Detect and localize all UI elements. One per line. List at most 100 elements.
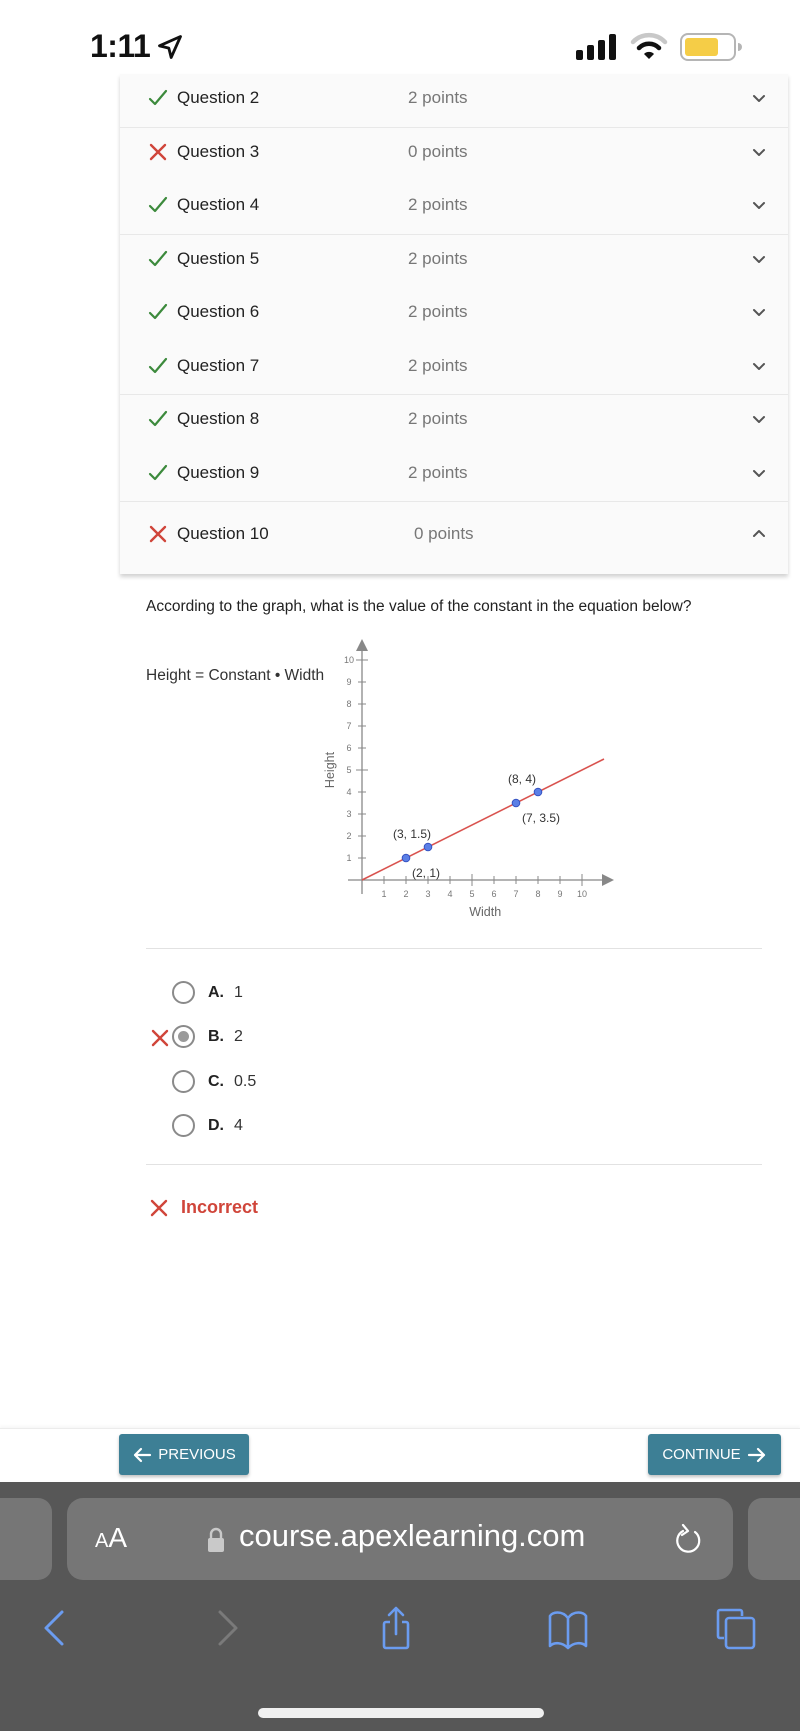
x-tick-label: 1 <box>381 889 386 899</box>
y-tick-label: 1 <box>346 853 351 863</box>
y-axis-arrow <box>356 639 368 651</box>
radio-button[interactable] <box>172 1114 195 1137</box>
choice-value: 2 <box>234 1028 243 1045</box>
answer-choice[interactable]: D. 4 <box>172 1111 472 1141</box>
choice-value: 0.5 <box>234 1073 257 1090</box>
x-tick-label: 4 <box>447 889 452 899</box>
answer-choice[interactable]: C. 0.5 <box>172 1067 472 1097</box>
text-size-button[interactable]: AA <box>95 1522 127 1554</box>
battery-icon <box>680 33 742 61</box>
question-points: 2 points <box>408 195 468 214</box>
chevron-down-icon[interactable] <box>752 94 766 104</box>
chevron-down-icon[interactable] <box>752 308 766 318</box>
location-arrow-icon <box>158 35 182 59</box>
chevron-down-icon[interactable] <box>752 415 766 425</box>
chevron-down-icon[interactable] <box>752 201 766 211</box>
question-label: Question 9 <box>177 462 260 482</box>
radio-button[interactable] <box>172 1025 195 1048</box>
answer-choice[interactable]: B. 2 <box>172 1022 472 1052</box>
chevron-down-icon[interactable] <box>752 255 766 265</box>
data-label: (2, 1) <box>412 866 440 880</box>
question-row[interactable]: Question 10 0 points <box>120 502 788 574</box>
forward-icon[interactable] <box>208 1606 248 1650</box>
question-points: 2 points <box>408 88 468 107</box>
y-tick-label: 10 <box>344 655 354 665</box>
divider <box>146 948 762 949</box>
reload-icon[interactable] <box>673 1523 705 1557</box>
question-label: Question 5 <box>177 248 260 268</box>
question-points: 2 points <box>408 248 468 268</box>
data-point <box>533 787 543 797</box>
x-icon <box>151 1029 169 1047</box>
chevron-down-icon[interactable] <box>752 148 766 158</box>
question-label: Question 3 <box>177 141 260 161</box>
question-label: Question 8 <box>177 409 260 428</box>
data-point <box>423 842 433 852</box>
address-bar[interactable]: AA course.apexlearning.com <box>67 1498 733 1580</box>
question-row[interactable]: Question 2 2 points <box>120 74 788 128</box>
x-icon <box>150 1199 168 1217</box>
continue-button[interactable]: CONTINUE <box>648 1434 781 1475</box>
question-row[interactable]: Question 3 0 points <box>120 128 788 182</box>
question-label: Question 7 <box>177 355 260 375</box>
bookmarks-icon[interactable] <box>546 1606 590 1650</box>
data-point <box>511 798 521 808</box>
data-label: (7, 3.5) <box>522 811 560 825</box>
back-icon[interactable] <box>34 1606 74 1650</box>
radio-button[interactable] <box>172 1070 195 1093</box>
chevron-down-icon[interactable] <box>752 469 766 479</box>
x-tick-label: 2 <box>403 889 408 899</box>
y-tick-label: 3 <box>346 809 351 819</box>
question-prompt: According to the graph, what is the valu… <box>146 598 692 615</box>
x-icon <box>149 143 167 160</box>
question-row[interactable]: Question 6 2 points <box>120 288 788 342</box>
lock-icon <box>208 1527 224 1552</box>
home-indicator[interactable] <box>258 1708 544 1718</box>
x-axis-label: Width <box>469 905 501 919</box>
data-point <box>401 853 411 863</box>
next-tab-preview[interactable] <box>748 1498 800 1580</box>
x-tick-label: 5 <box>469 889 474 899</box>
choice-letter: A. <box>208 984 224 1001</box>
previous-tab-preview[interactable] <box>0 1498 52 1580</box>
question-points: 2 points <box>408 409 468 428</box>
x-icon <box>149 525 167 543</box>
result-text: Incorrect <box>181 1197 259 1217</box>
question-label: Question 6 <box>177 302 260 321</box>
question-points: 0 points <box>414 524 474 543</box>
status-time: 1:11 <box>90 28 151 64</box>
choice-letter: C. <box>208 1073 224 1090</box>
question-label: Question 10 <box>177 524 269 543</box>
answer-choice[interactable]: A. 1 <box>172 978 472 1008</box>
checkmark-icon <box>148 303 168 320</box>
checkmark-icon <box>148 89 168 106</box>
question-points: 0 points <box>408 141 468 161</box>
checkmark-icon <box>148 250 168 266</box>
y-tick-label: 5 <box>346 765 351 775</box>
question-row[interactable]: Question 5 2 points <box>120 235 788 289</box>
x-tick-label: 10 <box>577 889 587 899</box>
radio-button[interactable] <box>172 981 195 1004</box>
share-icon[interactable] <box>376 1606 416 1650</box>
y-tick-label: 7 <box>346 721 351 731</box>
data-label: (8, 4) <box>508 772 536 786</box>
question-row[interactable]: Question 9 2 points <box>120 449 788 502</box>
checkmark-icon <box>148 357 168 373</box>
tabs-icon[interactable] <box>714 1606 758 1650</box>
question-list: Question 22 points Question 30 points Ques… <box>120 74 788 574</box>
x-tick-label: 3 <box>425 889 430 899</box>
question-row[interactable]: Question 7 2 points <box>120 342 788 395</box>
status-bar: 1:11 <box>0 0 800 82</box>
question-row[interactable]: Question 8 2 points <box>120 395 788 449</box>
question-row[interactable]: Question 4 2 points <box>120 181 788 235</box>
x-tick-label: 8 <box>535 889 540 899</box>
chevron-up-icon[interactable] <box>752 528 766 538</box>
y-tick-label: 4 <box>346 787 351 797</box>
previous-button[interactable]: PREVIOUS <box>119 1434 249 1475</box>
arrow-right-icon <box>747 1447 765 1462</box>
continue-label: CONTINUE <box>662 1446 741 1463</box>
arrow-left-icon <box>134 1447 152 1462</box>
y-axis-label: Height <box>323 751 337 788</box>
chevron-down-icon[interactable] <box>752 362 766 372</box>
choice-letter: D. <box>208 1117 224 1134</box>
